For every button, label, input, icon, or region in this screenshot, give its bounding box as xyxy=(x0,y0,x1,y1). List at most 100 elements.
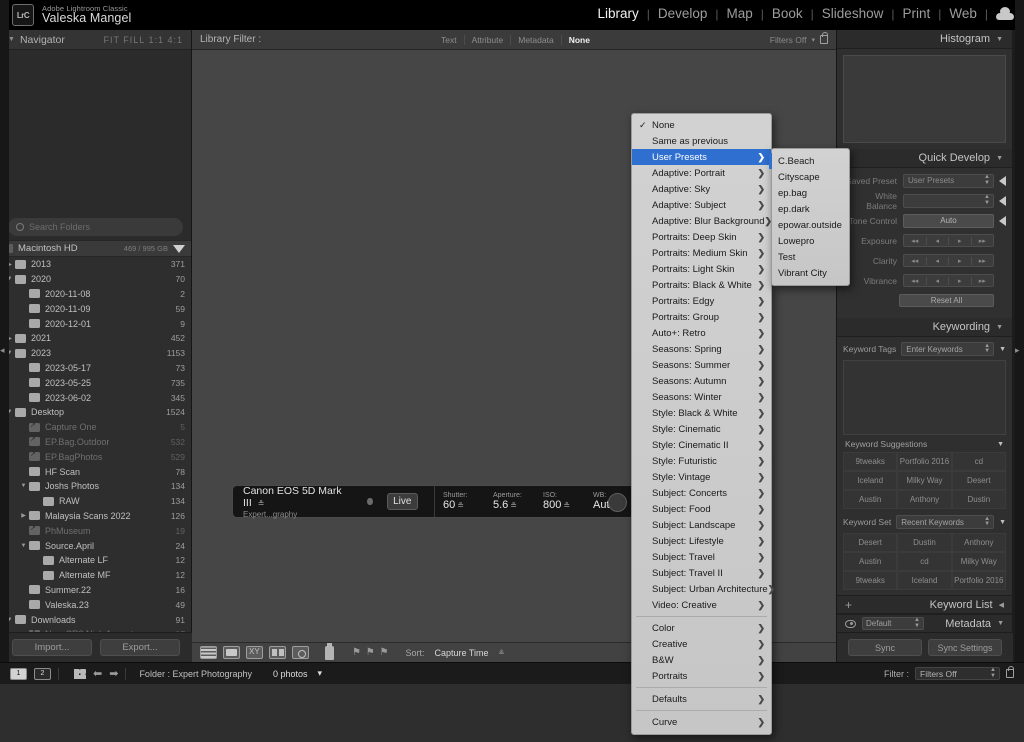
module-slideshow[interactable]: Slideshow xyxy=(814,6,892,21)
tether-camera-stepper[interactable]: ≗ xyxy=(258,499,265,508)
keyword-suggestion[interactable]: Dustin xyxy=(952,490,1006,509)
folder-row[interactable]: ▼Source.April24 xyxy=(0,538,191,553)
folder-row[interactable]: Summer.2216 xyxy=(0,583,191,598)
plus-icon[interactable]: + xyxy=(845,598,852,612)
folder-row[interactable]: ▶2021452 xyxy=(0,331,191,346)
menu-item[interactable]: Portraits: Group❯ xyxy=(632,309,771,325)
quick-develop-header[interactable]: Quick Develop ▼ xyxy=(837,149,1012,168)
menu-item[interactable]: Style: Cinematic❯ xyxy=(632,421,771,437)
vibrance-stepper[interactable]: ◂◂◂▸▸▸ xyxy=(903,274,994,287)
keyword-set-item[interactable]: cd xyxy=(897,552,951,571)
menu-item[interactable]: Creative❯ xyxy=(632,636,771,652)
navigator-header[interactable]: ▼ Navigator FIT FILL 1:1 4:1 xyxy=(0,30,191,50)
chevron-down-icon[interactable]: ▼ xyxy=(997,441,1004,448)
keyword-set-item[interactable]: Portfolio 2016 xyxy=(952,571,1006,590)
menu-item[interactable]: Seasons: Autumn❯ xyxy=(632,373,771,389)
export-button[interactable]: Export... xyxy=(100,639,180,656)
chevron-down-icon[interactable]: ▼ xyxy=(18,483,29,489)
module-map[interactable]: Map xyxy=(719,6,761,21)
keyword-suggestion[interactable]: Austin xyxy=(843,490,897,509)
submenu-item[interactable]: Lowepro xyxy=(772,233,849,249)
keywording-header[interactable]: Keywording ▼ xyxy=(837,318,1012,337)
sync-button[interactable]: Sync xyxy=(848,639,922,656)
folder-row[interactable]: HF Scan78 xyxy=(0,464,191,479)
keyword-list-header[interactable]: + Keyword List ◀ xyxy=(837,595,1012,614)
filter-tab-metadata[interactable]: Metadata xyxy=(511,35,561,45)
submenu-item[interactable]: epowar.outside xyxy=(772,217,849,233)
menu-item[interactable]: Style: Vintage❯ xyxy=(632,469,771,485)
keyword-set-item[interactable]: 9tweaks xyxy=(843,571,897,590)
breadcrumb[interactable]: Folder : Expert Photography xyxy=(139,669,252,679)
keyword-suggestion[interactable]: Anthony xyxy=(897,490,951,509)
folder-row[interactable]: ▼Desktop1524 xyxy=(0,405,191,420)
menu-item[interactable]: ✓None xyxy=(632,117,771,133)
module-book[interactable]: Book xyxy=(764,6,811,21)
menu-item[interactable]: Adaptive: Blur Background❯ xyxy=(632,213,771,229)
menu-item[interactable]: User Presets❯ xyxy=(632,149,771,165)
menu-item[interactable]: Adaptive: Sky❯ xyxy=(632,181,771,197)
tether-setting[interactable]: Aperture:5.6≗ xyxy=(485,492,535,511)
submenu-item[interactable]: C.Beach xyxy=(772,153,849,169)
chevron-down-icon[interactable]: ▼ xyxy=(999,519,1006,526)
left-panel-reveal[interactable]: ◂ xyxy=(0,0,9,742)
keyword-set-item[interactable]: Anthony xyxy=(952,533,1006,552)
menu-item[interactable]: Style: Black & White❯ xyxy=(632,405,771,421)
filter-select[interactable]: Filters Off ▲▼ xyxy=(915,667,1000,680)
stepper-icon[interactable]: ≗ xyxy=(457,501,464,510)
folder-search-input[interactable]: Search Folders xyxy=(8,218,183,236)
volume-header[interactable]: Macintosh HD 469 / 995 GB xyxy=(0,240,191,257)
chevron-down-icon[interactable]: ▾ xyxy=(318,668,323,679)
folder-row[interactable]: EP.BagPhotos529 xyxy=(0,449,191,464)
metadata-preset-select[interactable]: Default ▲▼ xyxy=(862,617,924,630)
expand-arrow-icon[interactable] xyxy=(999,176,1006,186)
right-panel-reveal[interactable]: ▸ xyxy=(1015,0,1024,742)
submenu-item[interactable]: Test xyxy=(772,249,849,265)
menu-item[interactable]: Seasons: Spring❯ xyxy=(632,341,771,357)
module-print[interactable]: Print xyxy=(894,6,938,21)
saved-preset-select[interactable]: User Presets ▲▼ xyxy=(903,174,994,188)
folder-row[interactable]: ▼202070 xyxy=(0,272,191,287)
menu-item[interactable]: Portraits: Light Skin❯ xyxy=(632,261,771,277)
keyword-tags-input[interactable]: Enter Keywords ▲▼ xyxy=(901,342,994,356)
keyword-suggestion[interactable]: Iceland xyxy=(843,471,897,490)
eye-icon[interactable] xyxy=(845,620,856,628)
main-screen-button[interactable]: 1 xyxy=(10,668,27,680)
menu-item[interactable]: Portraits: Deep Skin❯ xyxy=(632,229,771,245)
live-view-button[interactable]: Live xyxy=(387,493,418,510)
menu-item[interactable]: B&W❯ xyxy=(632,652,771,668)
folder-row[interactable]: 2020-11-0959 xyxy=(0,301,191,316)
menu-item[interactable]: Subject: Urban Architecture❯ xyxy=(632,581,771,597)
submenu-item[interactable]: ep.bag xyxy=(772,185,849,201)
lock-icon[interactable] xyxy=(820,35,828,44)
expand-arrow-icon[interactable] xyxy=(999,216,1006,226)
menu-item[interactable]: Style: Cinematic II❯ xyxy=(632,437,771,453)
folder-row[interactable]: 2023-05-1773 xyxy=(0,361,191,376)
filter-tab-text[interactable]: Text xyxy=(434,35,465,45)
folder-row[interactable]: Alternate LF12 xyxy=(0,553,191,568)
filters-state-label[interactable]: Filters Off xyxy=(770,35,807,45)
keyword-set-item[interactable]: Iceland xyxy=(897,571,951,590)
survey-view-icon[interactable] xyxy=(269,646,286,659)
histogram-header[interactable]: Histogram ▼ xyxy=(837,30,1012,49)
keyword-entry-area[interactable] xyxy=(843,360,1006,435)
stepper-icon[interactable]: ≗ xyxy=(510,501,517,510)
module-web[interactable]: Web xyxy=(941,6,985,21)
menu-item[interactable]: Video: Creative❯ xyxy=(632,597,771,613)
keyword-set-item[interactable]: Desert xyxy=(843,533,897,552)
menu-item[interactable]: Subject: Landscape❯ xyxy=(632,517,771,533)
keyword-set-item[interactable]: Dustin xyxy=(897,533,951,552)
menu-item[interactable]: Subject: Food❯ xyxy=(632,501,771,517)
tether-setting[interactable]: Shutter:60≗ xyxy=(435,492,485,511)
cloud-icon[interactable] xyxy=(996,7,1014,20)
chevron-right-icon[interactable]: ▶ xyxy=(18,512,29,519)
tether-shutter-button[interactable] xyxy=(608,493,627,512)
filmstrip[interactable] xyxy=(0,684,1024,742)
folder-row[interactable]: PhMuseum19 xyxy=(0,523,191,538)
filter-tab-none[interactable]: None xyxy=(562,35,597,45)
filter-tab-attribute[interactable]: Attribute xyxy=(465,35,512,45)
submenu-item[interactable]: ep.dark xyxy=(772,201,849,217)
forward-arrow-icon[interactable]: ➡ xyxy=(109,667,118,680)
menu-item[interactable]: Subject: Lifestyle❯ xyxy=(632,533,771,549)
keyword-suggestion[interactable]: cd xyxy=(952,452,1006,471)
keyword-suggestion[interactable]: Milky Way xyxy=(897,471,951,490)
